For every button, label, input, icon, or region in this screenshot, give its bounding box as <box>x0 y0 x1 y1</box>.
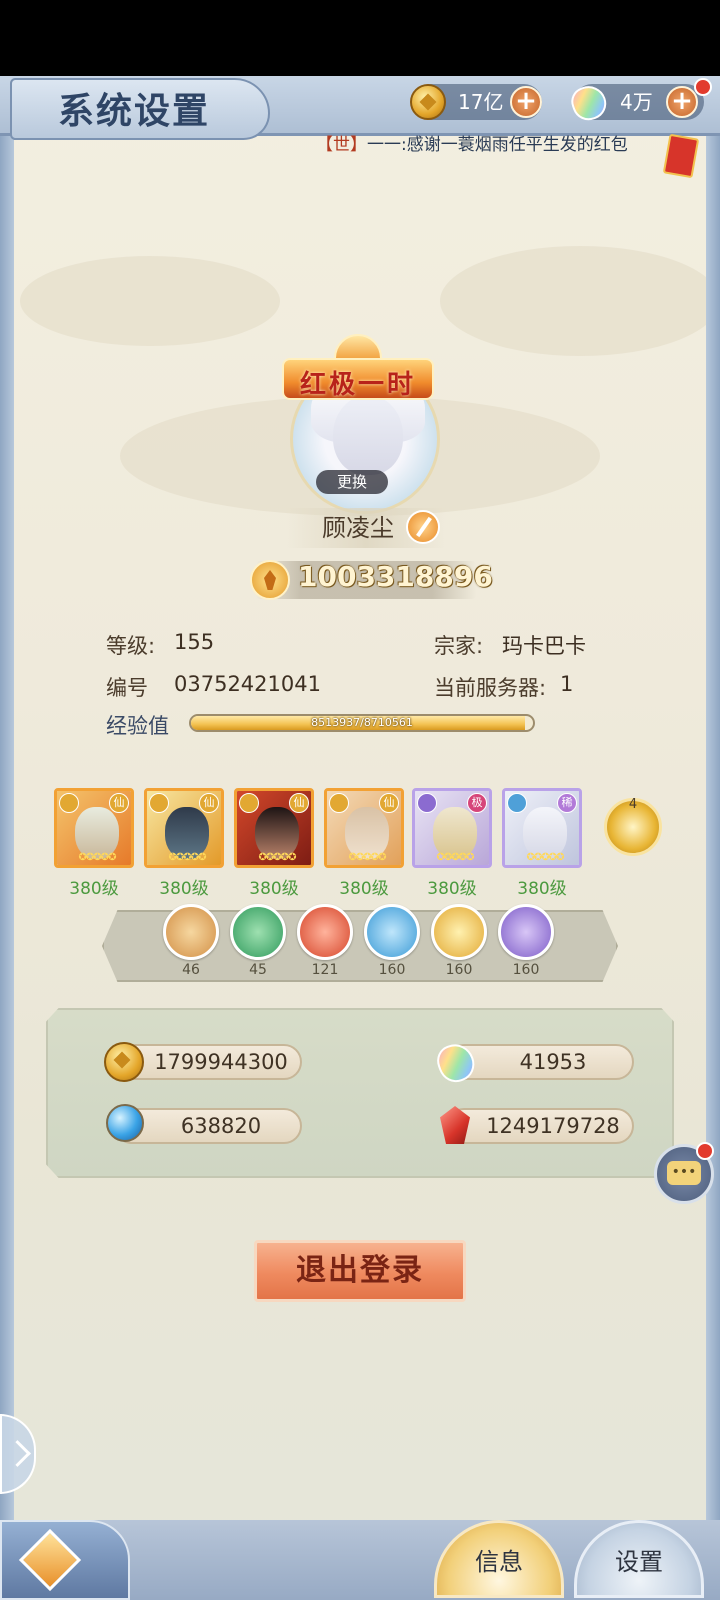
wind-element-count: 45 <box>249 962 267 978</box>
exp-label: 经验值 <box>106 714 169 738</box>
combat-power-icon <box>250 560 290 600</box>
sun-element-icon <box>329 793 349 813</box>
water-element-icon <box>507 793 527 813</box>
exp-progress-bar: 8513937/8710561 <box>189 714 535 732</box>
rename-brush-icon[interactable] <box>406 510 440 544</box>
moon-element-icon[interactable] <box>498 904 554 960</box>
hero-card-4[interactable]: 仙 ✪✪✪✪✪ <box>324 788 404 868</box>
hero-level-3: 380级 <box>249 879 299 899</box>
sun-element-icon[interactable] <box>431 904 487 960</box>
hero-level-2: 380级 <box>159 879 209 899</box>
notification-dot <box>694 78 712 96</box>
hero-card-6[interactable]: 稀 ✪✪✪✪✪ <box>502 788 582 868</box>
change-avatar-button[interactable]: 更换 <box>316 470 388 494</box>
wind-element-icon[interactable] <box>230 904 286 960</box>
red-envelope-icon[interactable] <box>662 133 700 179</box>
hero-stars: ✪✪✪✪✪ <box>436 852 475 863</box>
title-badge: 红极一时 <box>282 334 434 404</box>
sun-element-count: 160 <box>445 962 473 978</box>
page-title: 系统设置 <box>58 90 211 132</box>
ticker-message: 一一:感谢一蓑烟雨任平生发的红包 <box>367 135 628 155</box>
status-bar <box>0 0 720 76</box>
sun-badge-icon[interactable]: 4 <box>604 797 662 856</box>
exp-progress-text: 8513937/8710561 <box>311 716 413 729</box>
wealth-panel <box>46 1008 674 1178</box>
hero-rank-badge: 极 <box>467 793 487 813</box>
side-expand-button[interactable] <box>0 1414 36 1494</box>
game-screen: 系统设置 17亿 + 4万 + 【世】一一:感谢一蓑烟雨任平生发的红包 红极一时… <box>0 76 720 1600</box>
hero-rank-badge: 仙 <box>379 793 399 813</box>
gold-amount: 17亿 <box>458 90 504 114</box>
hero-level-1: 380级 <box>69 879 119 899</box>
hero-level-6: 380级 <box>517 879 567 899</box>
hero-stars: ✪✪✪✪✪ <box>78 852 117 863</box>
sun-element-icon <box>239 793 259 813</box>
id-value: 03752421041 <box>174 672 321 696</box>
add-gems-button[interactable]: + <box>666 86 698 118</box>
chat-notification-dot <box>696 1142 714 1160</box>
gem-amount: 4万 <box>620 90 653 114</box>
moon-element-count: 160 <box>512 962 540 978</box>
id-label: 编号 <box>106 676 148 700</box>
world-chat-ticker[interactable]: 【世】一一:感谢一蓑烟雨任平生发的红包 <box>316 130 686 158</box>
title-badge-text: 红极一时 <box>299 370 416 400</box>
logout-button[interactable]: 退出登录 <box>254 1240 466 1302</box>
fire-element-count: 121 <box>311 962 339 978</box>
combat-power-value: 1003318896 <box>298 560 493 593</box>
badge-count: 4 <box>628 797 638 812</box>
server-value: 1 <box>560 672 574 696</box>
clan-label: 宗家: <box>434 634 484 658</box>
hero-rank-badge: 仙 <box>199 793 219 813</box>
hero-stars: ✪✪✪✪✪ <box>258 852 297 863</box>
hero-stars: ✪✪✪✪✪ <box>526 852 565 863</box>
moon-element-icon <box>417 793 437 813</box>
ticker-channel: 【世】 <box>316 135 367 155</box>
gold-coin-icon <box>410 84 446 120</box>
hero-stars: ✪✪✪✪✪ <box>168 852 207 863</box>
level-value: 155 <box>174 630 215 654</box>
hero-card-2[interactable]: 仙 ✪✪✪✪✪ <box>144 788 224 868</box>
hero-rank-badge: 仙 <box>289 793 309 813</box>
hero-level-4: 380级 <box>339 879 389 899</box>
server-label: 当前服务器: <box>434 676 547 700</box>
water-element-count: 160 <box>378 962 406 978</box>
hero-rank-badge: 稀 <box>557 793 577 813</box>
cloud-decoration <box>20 256 280 346</box>
add-gold-button[interactable]: + <box>510 86 542 118</box>
hero-stars: ✪✪✪✪✪ <box>348 852 387 863</box>
water-element-icon[interactable] <box>364 904 420 960</box>
hero-level-5: 380级 <box>427 879 477 899</box>
sun-element-icon <box>59 793 79 813</box>
mountain-element-icon[interactable] <box>163 904 219 960</box>
clan-value: 玛卡巴卡 <box>502 634 586 658</box>
hero-card-5[interactable]: 极 ✪✪✪✪✪ <box>412 788 492 868</box>
level-label: 等级: <box>106 634 156 658</box>
frame-right <box>706 136 720 1536</box>
hero-card-1[interactable]: 仙 ✪✪✪✪✪ <box>54 788 134 868</box>
crystal-total-pill: 1249179728 <box>446 1108 634 1144</box>
fire-element-icon[interactable] <box>297 904 353 960</box>
frame-left <box>0 136 14 1536</box>
mountain-element-count: 46 <box>182 962 200 978</box>
hero-card-3[interactable]: 仙 ✪✪✪✪✪ <box>234 788 314 868</box>
blue-orb-icon <box>106 1104 144 1142</box>
avatar-face <box>333 395 403 475</box>
cloud-decoration <box>440 246 720 356</box>
hero-rank-badge: 仙 <box>109 793 129 813</box>
gold-coin-icon <box>104 1042 144 1082</box>
sun-element-icon <box>149 793 169 813</box>
